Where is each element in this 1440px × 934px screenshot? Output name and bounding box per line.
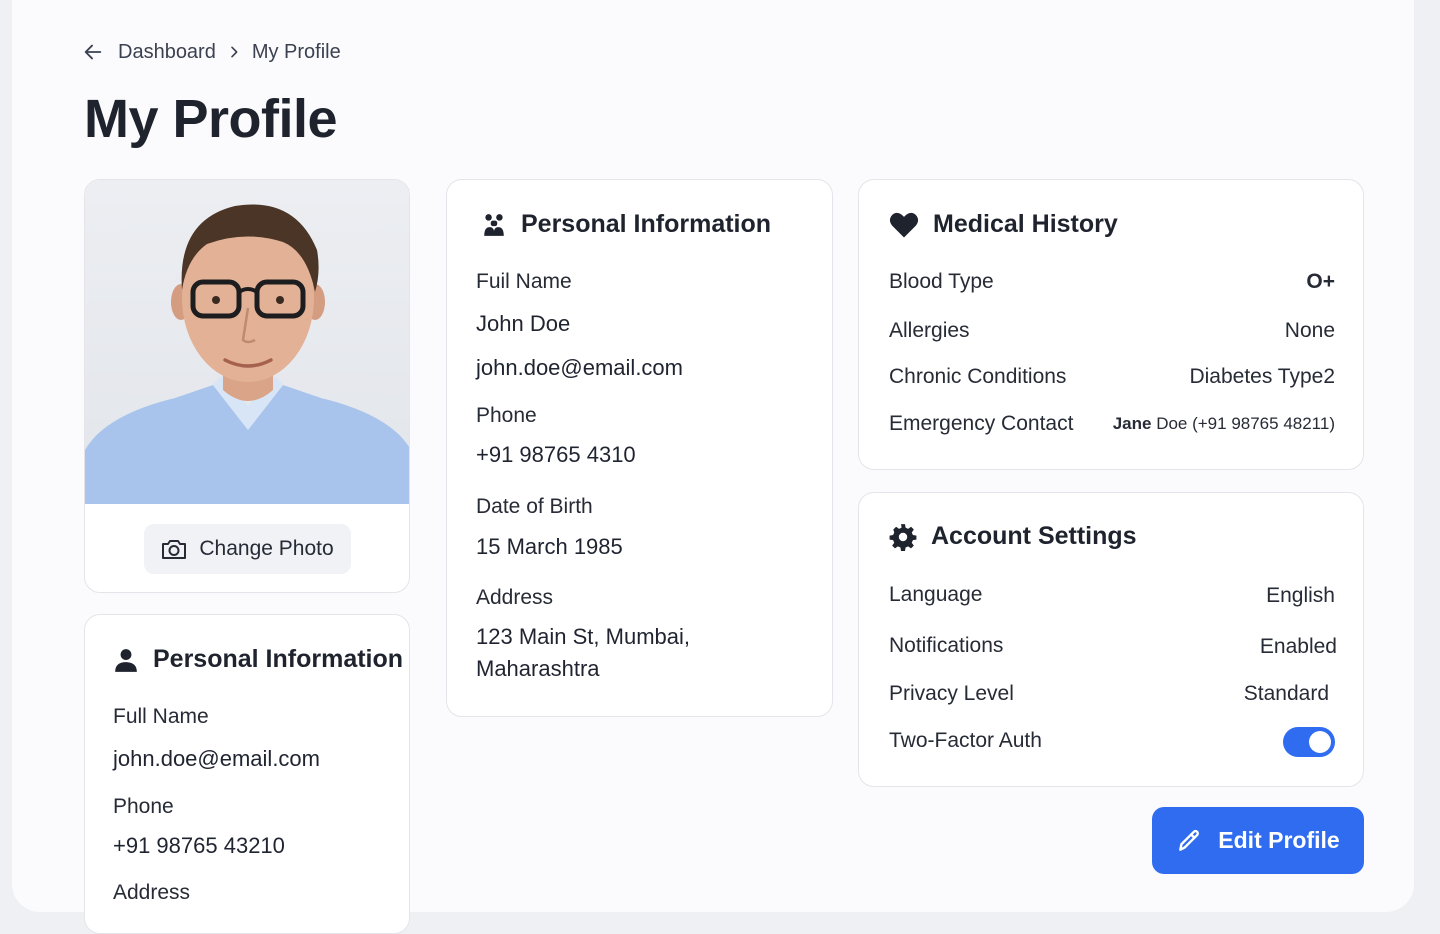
emergency-contact-first-name: Jane <box>1112 414 1152 433</box>
chronic-conditions-label: Chronic Conditions <box>889 365 1067 388</box>
breadcrumb-dashboard[interactable]: Dashboard <box>118 41 216 64</box>
phone-value: +91 98765 43210 <box>113 833 285 858</box>
personal-info-header: Personal Information <box>481 210 771 239</box>
toggle-knob <box>1309 731 1331 753</box>
user-icon <box>115 648 137 672</box>
medical-history-title: Medical History <box>933 210 1118 238</box>
email-value: john.doe@email.com <box>113 746 320 771</box>
emergency-contact-value: Jane Doe (+91 98765 48211) <box>1113 414 1335 434</box>
chronic-conditions-value: Diabetes Type2 <box>1189 365 1335 388</box>
two-factor-auth-label: Two-Factor Auth <box>889 729 1042 752</box>
account-settings-card: Account Settings Language English Notifi… <box>858 492 1364 787</box>
blood-type-label: Blood Type <box>889 270 994 293</box>
gear-icon <box>889 523 917 551</box>
personal-info-side-header: Personal Information <box>113 645 403 674</box>
medical-history-header: Medical History <box>889 210 1118 239</box>
notifications-value[interactable]: Enabled <box>1260 635 1337 659</box>
dob-label: Date of Birth <box>476 495 593 518</box>
notifications-label: Notifications <box>889 634 1004 657</box>
language-value[interactable]: English <box>1266 584 1335 608</box>
address-label: Address <box>476 586 554 609</box>
address-line1: 123 Main St, Mumbai, <box>476 624 690 649</box>
two-factor-auth-toggle[interactable] <box>1283 727 1335 757</box>
allergies-label: Allergies <box>889 319 970 342</box>
page-title: My Profile <box>84 89 338 149</box>
account-settings-title: Account Settings <box>931 522 1137 550</box>
privacy-level-label: Privacy Level <box>889 682 1014 705</box>
allergies-value: None <box>1284 319 1335 342</box>
personal-info-side-title: Personal Information <box>153 645 404 673</box>
chevron-right-icon <box>231 46 238 58</box>
phone-label: Phone <box>476 404 537 427</box>
pencil-icon <box>1179 829 1200 851</box>
app-frame: Dashboard My Profile My Profile Change P… <box>12 0 1414 934</box>
camera-icon <box>162 540 187 559</box>
heart-icon <box>889 212 919 237</box>
account-settings-header: Account Settings <box>889 522 1137 551</box>
full-name-label: Fuil Name <box>476 270 572 293</box>
personal-info-side-card: Personal Information Full Name john.doe@… <box>84 614 410 934</box>
personal-info-card: Personal Information Fuil Name John Doe … <box>446 179 833 717</box>
edit-profile-button[interactable]: Edit Profile <box>1152 807 1364 874</box>
privacy-level-value[interactable]: Standard <box>1244 682 1329 706</box>
change-photo-label: Change Photo <box>199 537 334 560</box>
phone-value: +91 98765 4310 <box>476 442 636 467</box>
medical-history-card: Medical History Blood Type O+ Allergies … <box>858 179 1364 470</box>
emergency-contact-label: Emergency Contact <box>889 412 1074 435</box>
change-photo-button[interactable]: Change Photo <box>144 524 351 574</box>
arrow-left-icon[interactable] <box>82 41 104 63</box>
email-value: john.doe@email.com <box>476 355 683 380</box>
language-label: Language <box>889 583 983 606</box>
edit-profile-label: Edit Profile <box>1218 827 1340 853</box>
dob-value: 15 March 1985 <box>476 534 623 559</box>
breadcrumb: Dashboard My Profile <box>82 38 341 66</box>
address-label: Address <box>113 881 191 904</box>
emergency-contact-rest: Doe (+91 98765 48211) <box>1156 414 1335 433</box>
avatar <box>85 204 409 504</box>
personal-info-title: Personal Information <box>521 210 772 238</box>
profile-photo <box>85 180 409 504</box>
phone-label: Phone <box>113 795 174 818</box>
full-name-value: John Doe <box>476 311 571 336</box>
blood-type-value: O+ <box>1306 270 1335 293</box>
user-pair-icon <box>484 213 504 236</box>
full-name-label: Full Name <box>113 705 209 728</box>
address-line2: Maharashtra <box>476 656 600 681</box>
profile-photo-card: Change Photo <box>84 179 410 593</box>
breadcrumb-current: My Profile <box>251 40 341 63</box>
